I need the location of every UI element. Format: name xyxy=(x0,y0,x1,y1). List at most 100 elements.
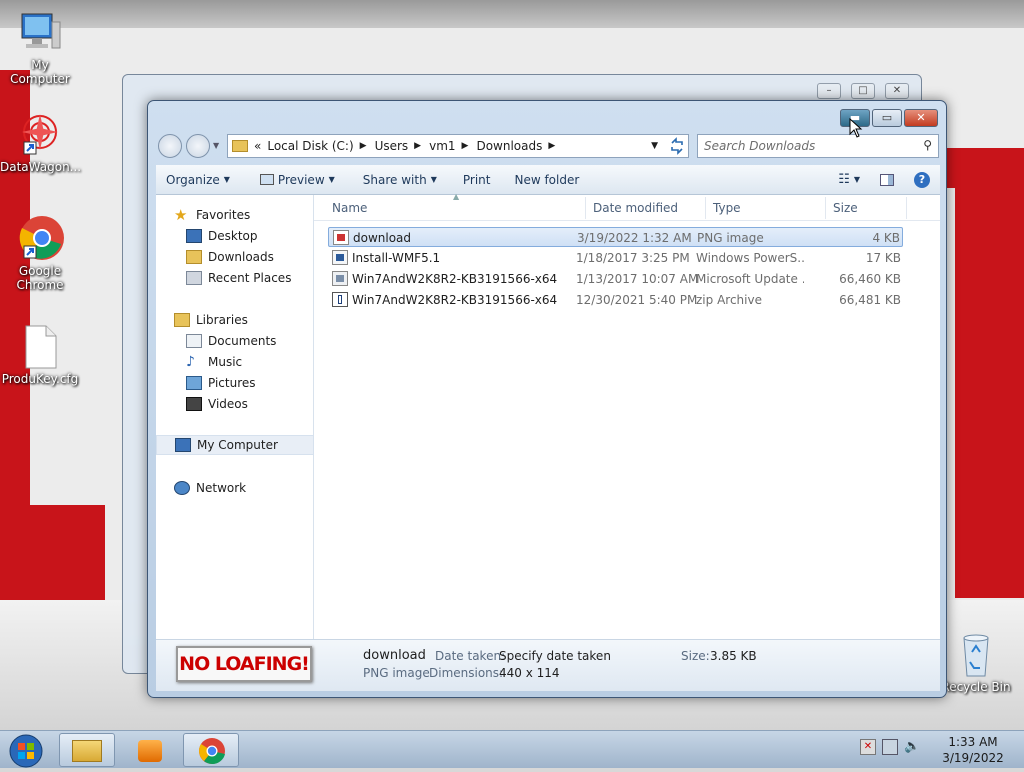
column-header-name[interactable]: Name xyxy=(332,201,367,215)
nav-favorites[interactable]: ★ Favorites xyxy=(174,205,332,225)
chrome-icon xyxy=(199,738,225,765)
close-button[interactable]: ✕ xyxy=(904,109,938,127)
address-overflow[interactable]: « xyxy=(254,139,261,153)
details-date-taken-value[interactable]: Specify date taken xyxy=(499,649,611,663)
png-file-icon xyxy=(333,230,349,245)
thumbnail-text: NO LOAFING! xyxy=(179,653,310,675)
minimize-icon[interactable]: – xyxy=(817,83,841,99)
network-icon xyxy=(174,481,190,495)
taskbar-explorer-button[interactable] xyxy=(59,733,115,767)
volume-icon[interactable]: 🔈 xyxy=(904,739,920,755)
forward-button[interactable] xyxy=(186,134,210,158)
details-file-type: PNG image xyxy=(363,666,430,680)
file-size: 66,481 KB xyxy=(839,293,901,307)
powershell-file-icon xyxy=(332,250,348,265)
maximize-icon[interactable]: □ xyxy=(851,83,875,99)
organize-button[interactable]: Organize ▼ xyxy=(156,173,240,187)
desktop-icon-produkey-cfg[interactable]: ProduKey.cfg xyxy=(0,322,80,386)
breadcrumb-separator-icon[interactable]: ▶ xyxy=(548,141,555,151)
back-button[interactable] xyxy=(158,134,182,158)
nav-label: Network xyxy=(196,481,247,495)
change-view-button[interactable]: ☷ ▼ xyxy=(828,172,870,187)
help-button[interactable]: ? xyxy=(904,171,940,188)
file-date: 12/30/2021 5:40 PM xyxy=(576,293,698,307)
file-name: Win7AndW2K8R2-KB3191566-x64 xyxy=(352,293,558,307)
maximize-button[interactable]: ▭ xyxy=(872,109,902,127)
table-row[interactable]: Install-WMF5.1 1/18/2017 3:25 PM Windows… xyxy=(328,248,903,268)
view-icon: ☷ xyxy=(838,172,850,187)
refresh-button[interactable] xyxy=(665,134,689,158)
print-button[interactable]: Print xyxy=(453,173,501,187)
file-size: 4 KB xyxy=(872,231,900,245)
taskbar-media-player-button[interactable] xyxy=(121,733,177,767)
address-bar[interactable]: « Local Disk (C:) ▶ Users ▶ vm1 ▶ Downlo… xyxy=(227,134,689,158)
refresh-icon xyxy=(671,137,683,155)
explorer-window[interactable]: ▬ ▭ ✕ ▼ « Local Disk (C:) ▶ Users ▶ vm1 … xyxy=(147,100,947,698)
search-icon[interactable]: ⚲ xyxy=(923,138,932,152)
column-header-type[interactable]: Type xyxy=(713,201,741,215)
file-type: zip Archive xyxy=(696,293,762,307)
details-dimensions-label: Dimensions: xyxy=(429,666,504,680)
desktop-icon-recycle-bin[interactable]: Recycle Bin xyxy=(936,630,1016,694)
table-row[interactable]: Win7AndW2K8R2-KB3191566-x64 12/30/2021 5… xyxy=(328,290,903,310)
documents-icon xyxy=(186,334,202,348)
desktop-icon-label: My Computer xyxy=(10,58,70,86)
media-player-icon xyxy=(138,740,162,762)
search-input[interactable]: Search Downloads ⚲ xyxy=(697,134,939,158)
clock-date: 3/19/2022 xyxy=(942,751,1004,765)
close-icon[interactable]: ✕ xyxy=(885,83,909,99)
nav-network[interactable]: Network xyxy=(174,478,332,498)
nav-my-computer[interactable]: My Computer xyxy=(156,435,314,455)
details-pane: NO LOAFING! download PNG image Date take… xyxy=(156,639,940,691)
breadcrumb-users[interactable]: Users xyxy=(375,139,409,153)
new-folder-button[interactable]: New folder xyxy=(504,173,589,187)
file-size: 17 KB xyxy=(865,251,901,265)
nav-label: Downloads xyxy=(208,250,274,264)
folder-icon xyxy=(72,740,102,762)
action-center-icon[interactable]: ✕ xyxy=(860,739,876,755)
nav-label: Music xyxy=(208,355,243,369)
file-name: Install-WMF5.1 xyxy=(352,251,441,265)
organize-label: Organize xyxy=(166,172,220,187)
new-folder-label: New folder xyxy=(514,172,580,187)
breadcrumb-separator-icon[interactable]: ▶ xyxy=(414,141,421,151)
breadcrumb-separator-icon[interactable]: ▶ xyxy=(462,141,469,151)
file-list[interactable]: Name ▲ Date modified Type Size download … xyxy=(314,192,940,639)
recent-pages-dropdown-icon[interactable]: ▼ xyxy=(213,141,219,150)
chevron-down-icon: ▼ xyxy=(853,175,860,184)
preview-button[interactable]: Preview ▼ xyxy=(250,173,345,187)
column-header-date-modified[interactable]: Date modified xyxy=(593,201,678,215)
preview-pane-icon xyxy=(880,173,894,186)
table-row[interactable]: Win7AndW2K8R2-KB3191566-x64 1/13/2017 10… xyxy=(328,269,903,289)
desktop-icon-google-chrome[interactable]: Google Chrome xyxy=(0,214,80,292)
chevron-down-icon: ▼ xyxy=(430,175,437,184)
breadcrumb-local-disk[interactable]: Local Disk (C:) xyxy=(267,139,353,153)
breadcrumb-separator-icon[interactable]: ▶ xyxy=(360,141,367,151)
file-size: 66,460 KB xyxy=(839,272,901,286)
desktop-icon-my-computer[interactable]: My Computer xyxy=(0,8,80,86)
clock-time: 1:33 AM xyxy=(948,735,998,749)
address-dropdown-icon[interactable]: ▼ xyxy=(651,141,658,151)
sort-arrow-icon: ▲ xyxy=(453,192,460,201)
nav-label: Documents xyxy=(208,334,277,348)
desktop-icon-label: ProduKey.cfg xyxy=(1,372,79,386)
computer-icon xyxy=(175,438,191,452)
breadcrumb-vm1[interactable]: vm1 xyxy=(429,139,455,153)
chrome-icon xyxy=(16,214,64,262)
column-header-size[interactable]: Size xyxy=(833,201,858,215)
details-dimensions-value: 440 x 114 xyxy=(499,666,560,680)
share-with-button[interactable]: Share with ▼ xyxy=(353,173,447,187)
taskbar-chrome-button[interactable] xyxy=(183,733,239,767)
table-row[interactable]: download 3/19/2022 1:32 AM PNG image 4 K… xyxy=(328,227,903,247)
nav-label: Desktop xyxy=(208,229,258,243)
start-button[interactable] xyxy=(6,733,46,769)
nav-libraries[interactable]: Libraries xyxy=(174,310,332,330)
file-icon xyxy=(16,322,64,370)
file-name: download xyxy=(353,231,412,245)
desktop-icon-datawagon[interactable]: DataWagon... xyxy=(0,110,81,174)
clock[interactable]: 1:33 AM 3/19/2022 xyxy=(930,734,1016,766)
breadcrumb-downloads[interactable]: Downloads xyxy=(476,139,542,153)
network-status-icon[interactable] xyxy=(882,739,898,755)
recycle-bin-icon xyxy=(952,630,1000,678)
preview-pane-button[interactable] xyxy=(870,173,904,186)
